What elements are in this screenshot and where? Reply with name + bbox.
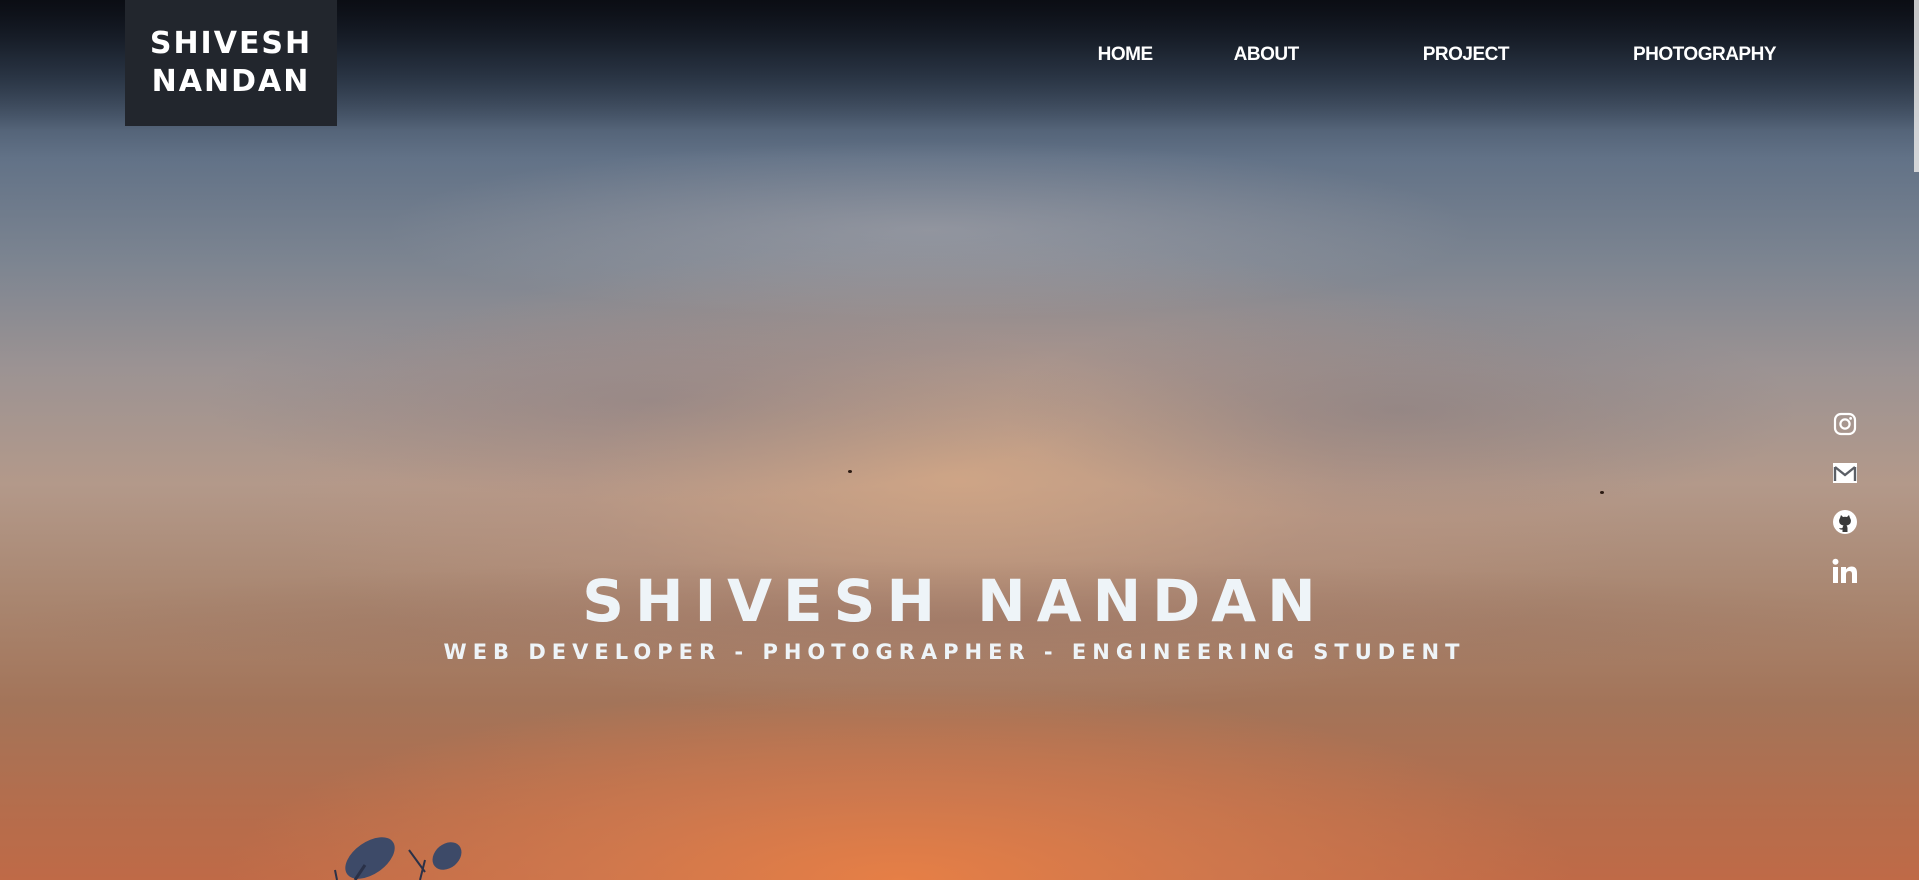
page: SHIVESH NANDAN HOME ABOUT PROJECT PHOTOG… bbox=[0, 0, 1919, 880]
sky-cloud bbox=[380, 140, 1480, 320]
bird bbox=[1600, 491, 1604, 494]
bird bbox=[848, 470, 852, 473]
nav-about[interactable]: ABOUT bbox=[1234, 44, 1300, 66]
satellite-dish-silhouette bbox=[334, 837, 462, 880]
instagram-icon[interactable] bbox=[1831, 410, 1859, 438]
site-logo[interactable]: SHIVESH NANDAN bbox=[125, 0, 337, 126]
mail-icon[interactable] bbox=[1831, 459, 1859, 487]
hero: SHIVESH NANDAN WEB DEVELOPER - PHOTOGRAP… bbox=[0, 566, 1909, 664]
scrollbar[interactable] bbox=[1914, 0, 1919, 172]
sky-cloud bbox=[200, 300, 1100, 500]
nav-project[interactable]: PROJECT bbox=[1423, 44, 1510, 66]
logo-line1: SHIVESH bbox=[149, 26, 313, 61]
nav-home[interactable]: HOME bbox=[1098, 44, 1154, 66]
main-nav: HOME ABOUT PROJECT PHOTOGRAPHY bbox=[1098, 44, 1777, 66]
hero-title: SHIVESH NANDAN bbox=[582, 567, 1327, 635]
logo-line2: NANDAN bbox=[151, 64, 311, 99]
github-icon[interactable] bbox=[1831, 508, 1859, 536]
hero-subtitle: WEB DEVELOPER - PHOTOGRAPHER - ENGINEERI… bbox=[443, 640, 1466, 664]
nav-photography[interactable]: PHOTOGRAPHY bbox=[1633, 44, 1777, 66]
sky-cloud bbox=[1000, 300, 1800, 520]
